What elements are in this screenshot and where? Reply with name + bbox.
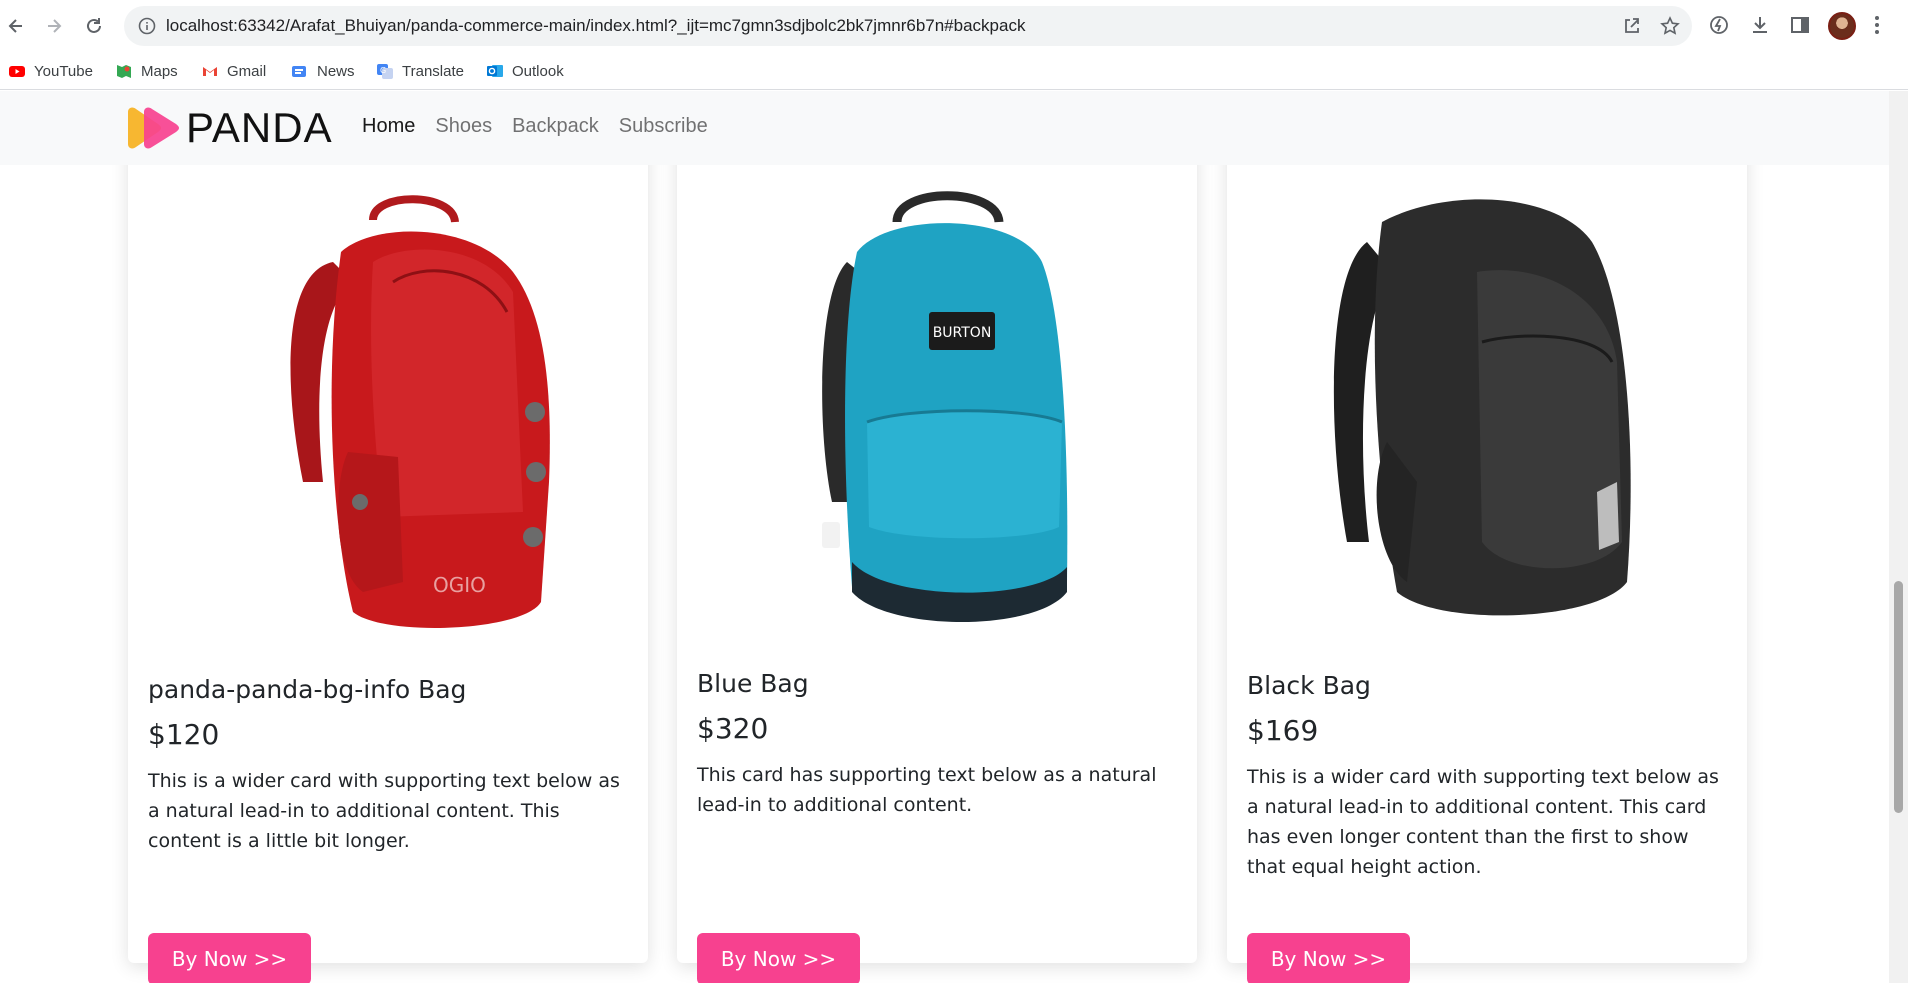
outlook-icon <box>487 65 503 77</box>
product-description: This is a wider card with supporting tex… <box>148 770 620 852</box>
product-image: BURTON <box>677 177 1197 647</box>
back-icon[interactable] <box>2 12 30 40</box>
forward-icon[interactable] <box>40 12 68 40</box>
product-description: This is a wider card with supporting tex… <box>1247 766 1719 878</box>
reload-icon[interactable] <box>80 12 108 40</box>
black-backpack-image <box>1333 199 1631 616</box>
translate-icon: G <box>377 64 393 79</box>
bookmark-label: Gmail <box>227 62 267 80</box>
page-scrollbar[interactable] <box>1889 91 1908 983</box>
browser-toolbar: localhost:63342/Arafat_Bhuiyan/panda-com… <box>0 0 1908 52</box>
bookmark-news[interactable]: News <box>291 60 355 82</box>
gmail-icon <box>203 67 217 76</box>
more-menu-icon[interactable] <box>1873 14 1881 36</box>
nav-home[interactable]: Home <box>362 115 415 138</box>
nav-subscribe[interactable]: Subscribe <box>619 115 708 138</box>
product-card: BURTON Blue Bag $320 This card has suppo… <box>677 131 1197 983</box>
backpack-brand-mark: OGIO <box>433 573 486 597</box>
bookmark-star-icon[interactable] <box>1660 16 1680 36</box>
buy-now-button[interactable]: By Now >> <box>697 933 860 983</box>
maps-icon <box>117 65 131 78</box>
brand-name: PANDA <box>186 104 333 151</box>
bookmark-label: News <box>317 62 355 80</box>
product-image <box>1227 177 1747 647</box>
url-text: localhost:63342/Arafat_Bhuiyan/panda-com… <box>166 16 1026 35</box>
backpack-brand-mark: BURTON <box>933 325 992 341</box>
site-info-icon[interactable] <box>138 17 156 35</box>
product-image: OGIO <box>128 177 648 647</box>
product-price: $320 <box>697 712 769 745</box>
product-title: Black Bag <box>1247 671 1371 700</box>
product-card: OGIO panda-panda-bg-info Bag $120 This i… <box>128 131 648 983</box>
product-description: This card has supporting text below as a… <box>697 764 1157 816</box>
news-icon <box>292 66 306 77</box>
scrollbar-thumb[interactable] <box>1894 581 1903 813</box>
bookmark-label: Maps <box>141 62 178 80</box>
nav-backpack[interactable]: Backpack <box>512 115 599 138</box>
buy-now-button[interactable]: By Now >> <box>148 933 311 983</box>
buy-now-button[interactable]: By Now >> <box>1247 933 1410 983</box>
product-title: panda-panda-bg-info Bag <box>148 675 467 704</box>
bookmark-label: Outlook <box>512 62 564 80</box>
bookmark-label: YouTube <box>34 62 93 80</box>
blue-backpack-image: BURTON <box>822 191 1068 622</box>
youtube-icon <box>9 66 25 77</box>
bookmark-gmail[interactable]: Gmail <box>201 60 266 82</box>
site-navbar: PANDA Home Shoes Backpack Subscribe <box>0 91 1889 165</box>
panda-logo-icon <box>128 107 179 149</box>
page-viewport: OGIO panda-panda-bg-info Bag $120 This i… <box>0 91 1889 983</box>
main-nav: Home Shoes Backpack Subscribe <box>362 115 708 138</box>
bookmark-maps[interactable]: Maps <box>115 60 178 82</box>
side-panel-icon[interactable] <box>1789 14 1811 36</box>
product-card: Black Bag $169 This is a wider card with… <box>1227 131 1747 983</box>
nav-shoes[interactable]: Shoes <box>435 115 492 138</box>
product-price: $120 <box>148 718 220 751</box>
bookmarks-bar: YouTube Maps Gmail News G Translate Outl… <box>0 52 1908 90</box>
bookmark-label: Translate <box>402 62 464 80</box>
share-icon[interactable] <box>1622 16 1642 36</box>
brand-link[interactable]: PANDA <box>126 104 333 151</box>
svg-text:G: G <box>380 66 386 75</box>
bookmark-outlook[interactable]: Outlook <box>486 60 564 82</box>
extension-icon[interactable] <box>1708 14 1730 36</box>
product-title: Blue Bag <box>697 669 809 698</box>
profile-avatar[interactable] <box>1828 12 1856 40</box>
download-icon[interactable] <box>1749 14 1771 36</box>
red-backpack-image: OGIO <box>290 195 550 629</box>
product-price: $169 <box>1247 714 1319 747</box>
bookmark-youtube[interactable]: YouTube <box>8 60 93 82</box>
address-bar[interactable]: localhost:63342/Arafat_Bhuiyan/panda-com… <box>124 6 1692 46</box>
bookmark-translate[interactable]: G Translate <box>376 60 464 82</box>
